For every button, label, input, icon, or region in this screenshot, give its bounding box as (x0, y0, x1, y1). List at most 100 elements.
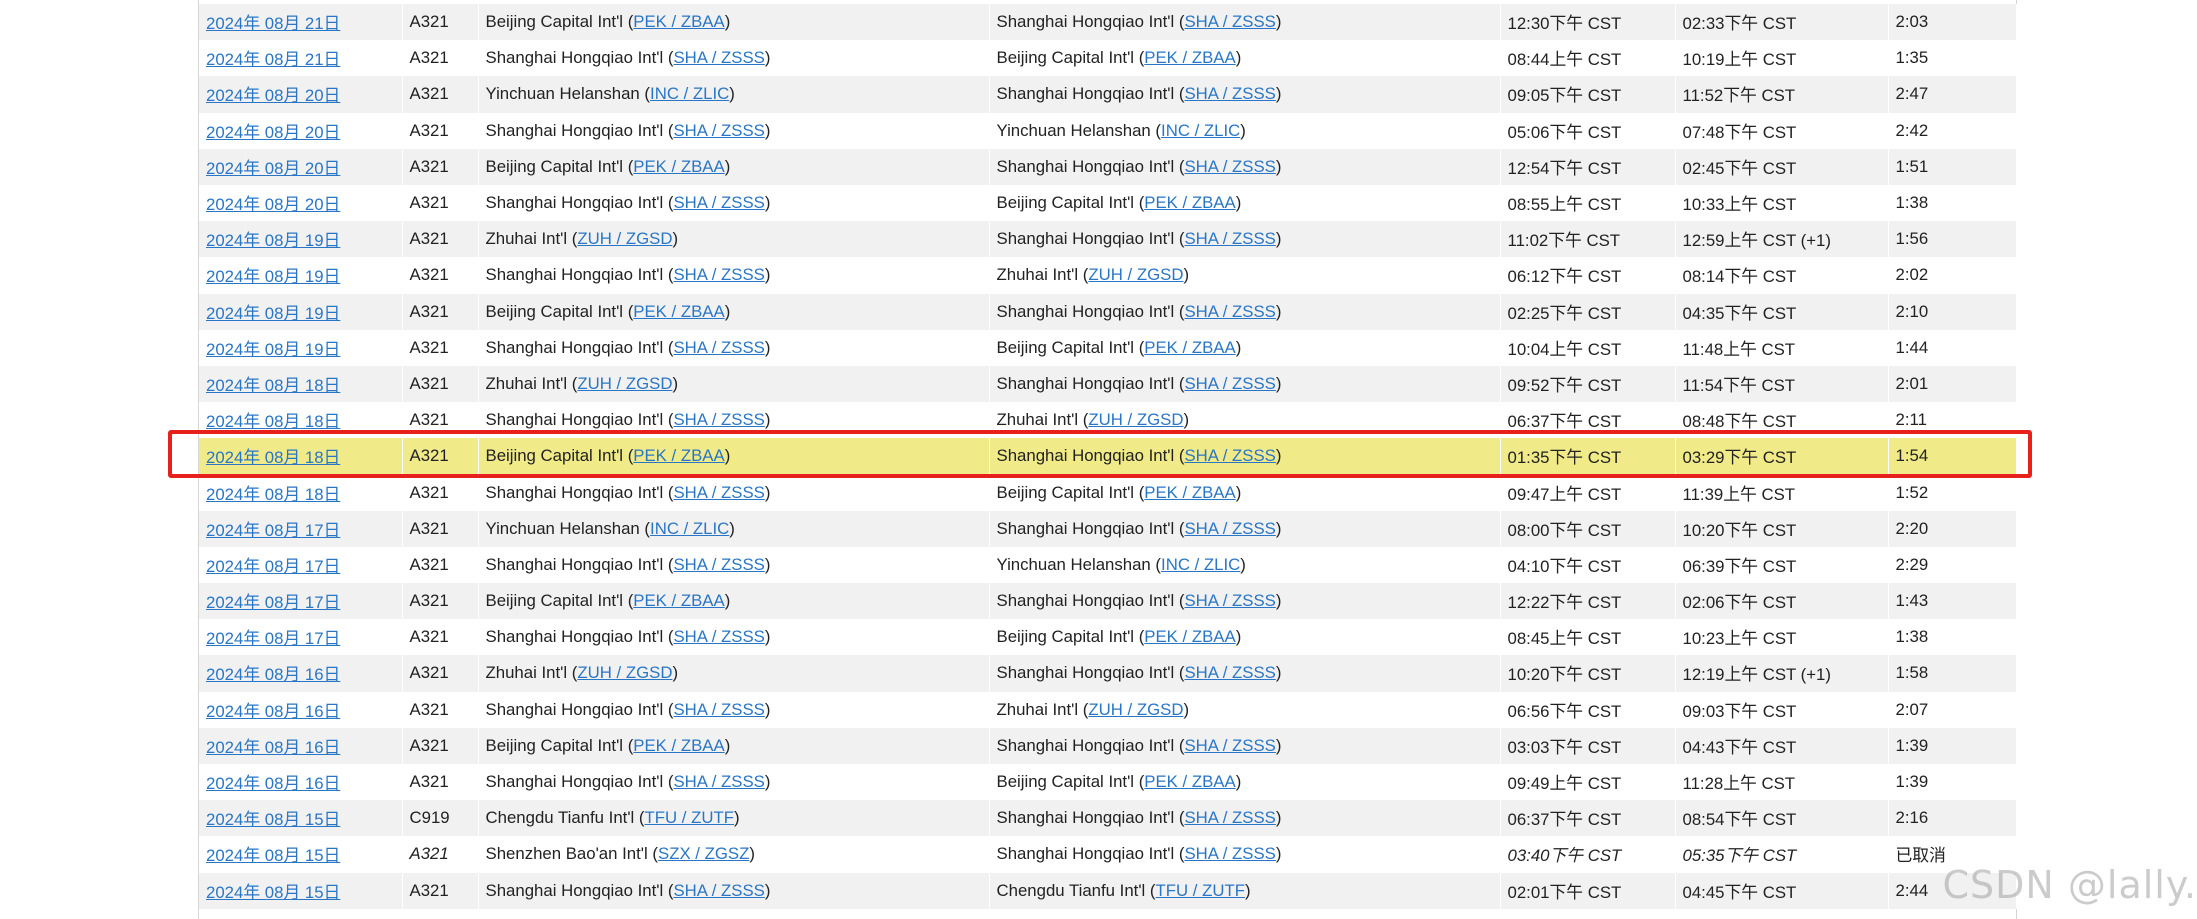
aircraft-cell: A321 (402, 691, 479, 728)
destination-airport-code-link[interactable]: SHA / ZSSS (1184, 591, 1275, 610)
origin-airport-code-link[interactable]: SHA / ZSSS (673, 48, 764, 67)
destination-airport-code-link[interactable]: SHA / ZSSS (1184, 844, 1275, 863)
date-link[interactable]: 2024年 08月 15日 (206, 810, 340, 829)
destination-airport-name: Shanghai Hongqiao Int'l (996, 12, 1175, 32)
date-link[interactable]: 2024年 08月 20日 (206, 123, 340, 142)
origin-airport-code-link[interactable]: ZUH / ZGSD (577, 229, 672, 248)
destination-airport-code-link[interactable]: ZUH / ZGSD (1088, 410, 1183, 429)
table-row-highlighted: 2024年 08月 18日 A321 Beijing Capital Int'l (… (199, 438, 2017, 475)
departure-time: 12:22下午 CST (1507, 593, 1622, 613)
destination-airport-code-link[interactable]: SHA / ZSSS (1184, 84, 1275, 103)
date-link[interactable]: 2024年 08月 17日 (206, 593, 340, 612)
destination-airport-code-link[interactable]: SHA / ZSSS (1184, 229, 1275, 248)
origin-airport-code-link[interactable]: ZUH / ZGSD (577, 374, 672, 393)
date-link[interactable]: 2024年 08月 19日 (206, 231, 340, 250)
date-cell: 2024年 08月 15日 (199, 800, 403, 837)
date-link[interactable]: 2024年 08月 19日 (206, 304, 340, 323)
destination-airport-code-link[interactable]: PEK / ZBAA (1144, 772, 1235, 791)
destination-airport-code-link[interactable]: SHA / ZSSS (1184, 302, 1275, 321)
date-link[interactable]: 2024年 08月 18日 (206, 376, 340, 395)
date-link[interactable]: 2024年 08月 16日 (206, 665, 340, 684)
date-link[interactable]: 2024年 08月 17日 (206, 557, 340, 576)
origin-airport-code-link[interactable]: PEK / ZBAA (633, 591, 724, 610)
destination-cell: Beijing Capital Int'l (PEK / ZBAA) (989, 763, 1501, 801)
date-link[interactable]: 2024年 08月 19日 (206, 267, 340, 286)
destination-airport-code-link[interactable]: SHA / ZSSS (1184, 736, 1275, 755)
date-link[interactable]: 2024年 08月 19日 (206, 340, 340, 359)
date-link[interactable]: 2024年 08月 17日 (206, 629, 340, 648)
destination-airport-code-link[interactable]: ZUH / ZGSD (1088, 700, 1183, 719)
origin-airport-code-link[interactable]: INC / ZLIC (650, 84, 729, 103)
origin-airport-code-link[interactable]: TFU / ZUTF (645, 808, 734, 827)
origin-airport-code-link[interactable]: SHA / ZSSS (673, 772, 764, 791)
origin-airport-code-link[interactable]: SHA / ZSSS (673, 193, 764, 212)
destination-cell: Chengdu Tianfu Int'l (TFU / ZUTF) (989, 872, 1501, 909)
date-link[interactable]: 2024年 08月 21日 (206, 50, 340, 69)
duration-cell: 2:10 (1888, 293, 2017, 330)
arrival-time: 08:54下午 CST (1682, 810, 1797, 830)
departure-cell: 09:49上午 CST (1500, 763, 1676, 801)
destination-airport-code-link[interactable]: SHA / ZSSS (1184, 519, 1275, 538)
destination-airport-code-link[interactable]: PEK / ZBAA (1144, 627, 1235, 646)
date-cell: 2024年 08月 21日 (199, 4, 403, 41)
date-link[interactable]: 2024年 08月 18日 (206, 485, 340, 504)
date-link[interactable]: 2024年 08月 16日 (206, 702, 340, 721)
origin-airport-code-link[interactable]: SHA / ZSSS (673, 555, 764, 574)
aircraft-cell: A321 (402, 257, 479, 294)
arrival-cell: 08:54下午 CST (1675, 800, 1889, 837)
destination-airport-code-link[interactable]: PEK / ZBAA (1144, 193, 1235, 212)
date-link[interactable]: 2024年 08月 21日 (206, 14, 340, 33)
date-link[interactable]: 2024年 08月 18日 (206, 412, 340, 431)
destination-airport-code-link[interactable]: SHA / ZSSS (1184, 374, 1275, 393)
date-link[interactable]: 2024年 08月 20日 (206, 86, 340, 105)
origin-airport-code-link[interactable]: SHA / ZSSS (673, 121, 764, 140)
destination-airport-code-link[interactable]: PEK / ZBAA (1144, 338, 1235, 357)
aircraft-type: A321 (409, 627, 449, 647)
origin-airport-code-link[interactable]: PEK / ZBAA (633, 736, 724, 755)
flight-duration: 2:11 (1895, 410, 1927, 430)
origin-airport-code-link[interactable]: PEK / ZBAA (633, 12, 724, 31)
destination-airport-code-link[interactable]: SHA / ZSSS (1184, 12, 1275, 31)
date-link[interactable]: 2024年 08月 16日 (206, 774, 340, 793)
date-link[interactable]: 2024年 08月 20日 (206, 159, 340, 178)
destination-airport-code-link[interactable]: SHA / ZSSS (1184, 446, 1275, 465)
origin-airport-code-link[interactable]: SHA / ZSSS (673, 338, 764, 357)
date-link[interactable]: 2024年 08月 15日 (206, 846, 340, 865)
arrival-cell: 10:33上午 CST (1675, 184, 1889, 222)
date-link[interactable]: 2024年 08月 20日 (206, 195, 340, 214)
destination-airport-code-link[interactable]: ZUH / ZGSD (1088, 265, 1183, 284)
origin-airport-code-link[interactable]: PEK / ZBAA (633, 157, 724, 176)
aircraft-cell: A321 (402, 438, 479, 475)
destination-airport-code-link[interactable]: SHA / ZSSS (1184, 157, 1275, 176)
origin-airport-code-link[interactable]: SHA / ZSSS (673, 881, 764, 900)
date-link[interactable]: 2024年 08月 17日 (206, 521, 340, 540)
aircraft-type: A321 (409, 193, 449, 213)
table-row: 2024年 08月 15日 A321 Shenzhen Bao'an Int'l (… (199, 836, 2017, 873)
duration-cell: 1:39 (1888, 763, 2017, 801)
destination-airport-code-link[interactable]: INC / ZLIC (1161, 555, 1240, 574)
date-link[interactable]: 2024年 08月 18日 (206, 448, 340, 467)
destination-airport-code-link[interactable]: PEK / ZBAA (1144, 48, 1235, 67)
origin-airport-code-link[interactable]: ZUH / ZGSD (577, 663, 672, 682)
departure-time: 03:03下午 CST (1507, 737, 1622, 757)
origin-airport-code-link[interactable]: SHA / ZSSS (673, 483, 764, 502)
destination-airport-code-link[interactable]: SHA / ZSSS (1184, 663, 1275, 682)
origin-airport-code-link[interactable]: SHA / ZSSS (673, 410, 764, 429)
origin-airport-code-link[interactable]: SZX / ZGSZ (658, 844, 749, 863)
origin-airport-code-link[interactable]: SHA / ZSSS (673, 265, 764, 284)
origin-airport-code-link[interactable]: PEK / ZBAA (633, 446, 724, 465)
destination-airport-code-link[interactable]: PEK / ZBAA (1144, 483, 1235, 502)
date-link[interactable]: 2024年 08月 16日 (206, 738, 340, 757)
aircraft-type: A321 (409, 229, 449, 249)
destination-airport-code-link[interactable]: TFU / ZUTF (1156, 881, 1245, 900)
destination-airport-code-link[interactable]: INC / ZLIC (1161, 121, 1240, 140)
origin-airport-code-link[interactable]: SHA / ZSSS (673, 627, 764, 646)
destination-cell: Shanghai Hongqiao Int'l (SHA / ZSSS) (989, 438, 1501, 475)
date-link[interactable]: 2024年 08月 15日 (206, 883, 340, 902)
date-cell: 2024年 08月 17日 (199, 510, 403, 547)
origin-airport-code-link[interactable]: INC / ZLIC (650, 519, 729, 538)
origin-airport-code-link[interactable]: PEK / ZBAA (633, 302, 724, 321)
flight-duration: 1:51 (1895, 156, 1929, 176)
destination-airport-code-link[interactable]: SHA / ZSSS (1184, 808, 1275, 827)
origin-airport-code-link[interactable]: SHA / ZSSS (673, 700, 764, 719)
